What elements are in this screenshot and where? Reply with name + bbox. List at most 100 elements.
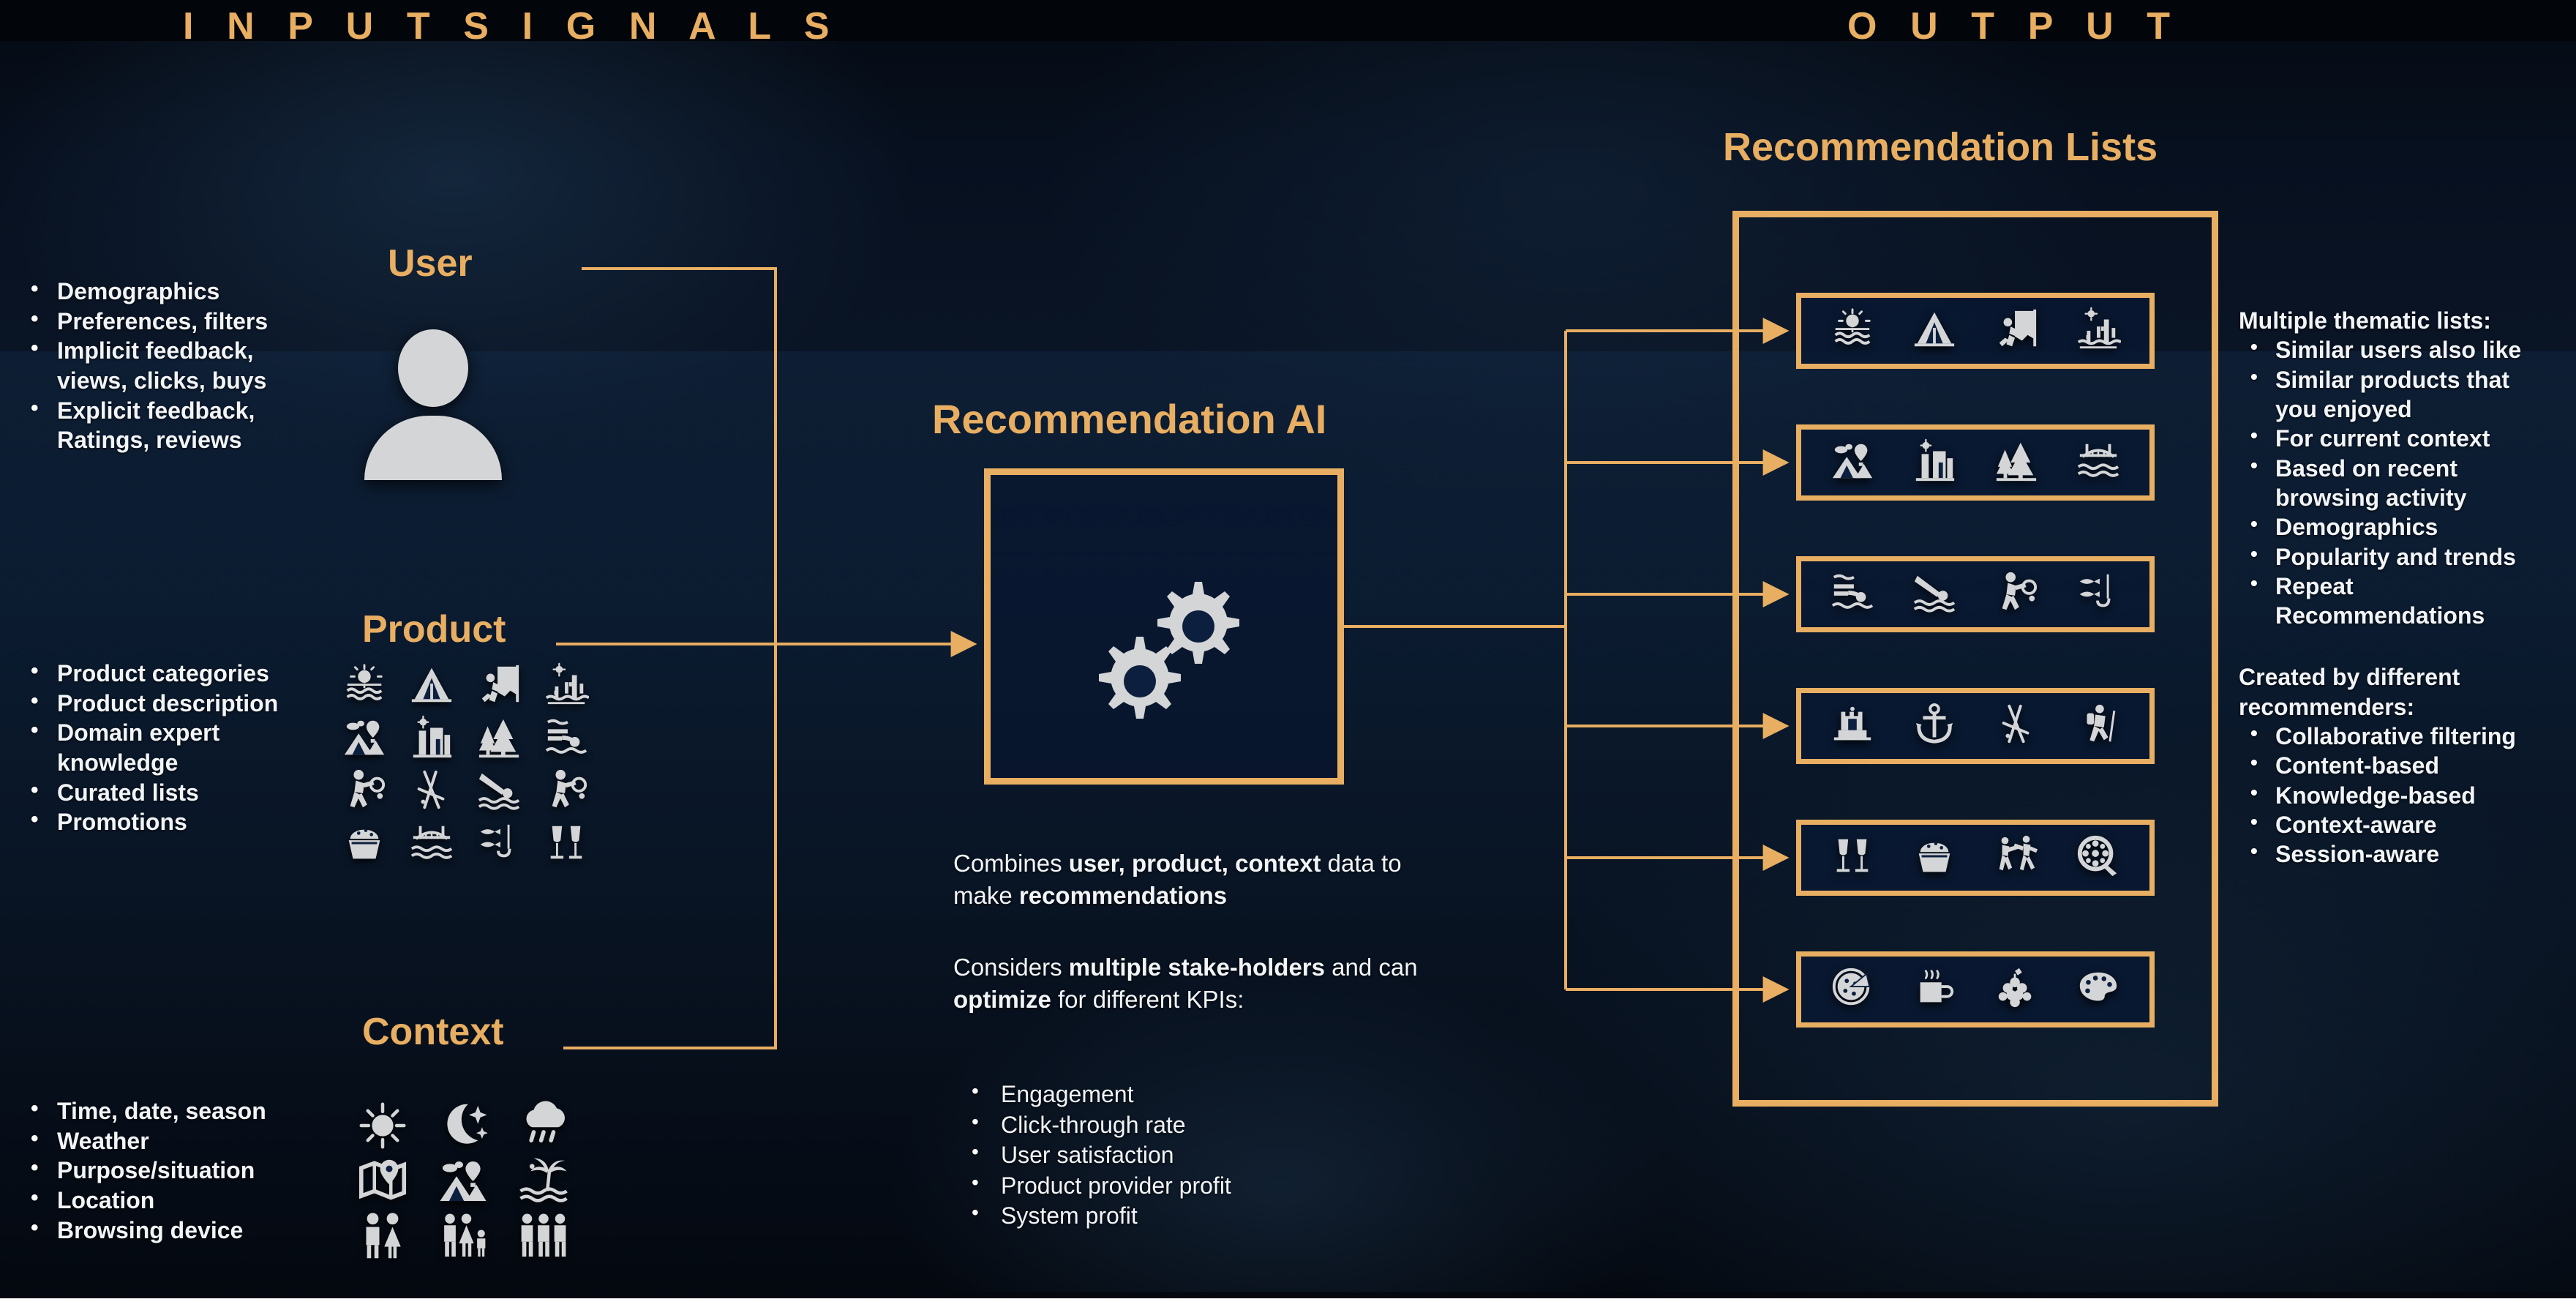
skis-icon [1994, 702, 2039, 751]
recommendation-list-row[interactable] [1796, 951, 2155, 1028]
diver-icon [1912, 570, 1957, 619]
user-signal-list: DemographicsPreferences, filtersImplicit… [15, 275, 329, 455]
product-icon-grid [331, 659, 600, 869]
pizza-icon [1830, 965, 1875, 1014]
list-item: Domain expert [15, 716, 329, 748]
family-icon [423, 1209, 503, 1265]
list-item: Collaborative filtering [2239, 720, 2576, 751]
list-item: Product provider profit [958, 1169, 1412, 1202]
water-slide-icon [1830, 570, 1875, 619]
list-item: Demographics [15, 275, 329, 307]
context-icon-grid [342, 1098, 584, 1265]
kpi-list: EngagementClick-through rateUser satisfa… [958, 1078, 1412, 1232]
recommendation-lists-title: Recommendation Lists [1723, 125, 2158, 169]
recommenders-list: Collaborative filteringContent-basedKnow… [2239, 720, 2576, 869]
recommendation-list-row[interactable] [1796, 424, 2155, 501]
beach-sunset-icon [331, 659, 398, 711]
rain-cloud-icon [503, 1098, 584, 1153]
beach-sunset-icon [1830, 307, 1875, 356]
list-item: Implicit feedback, [15, 334, 329, 366]
list-item: Promotions [15, 806, 329, 837]
mountain-balloon-icon [331, 711, 398, 764]
thematic-lists-lead: Multiple thematic lists: [2239, 307, 2491, 334]
list-item: browsing activity [2275, 484, 2467, 511]
list-item: knowledge [57, 749, 179, 776]
film-reel-icon [2076, 834, 2121, 883]
forest-icon [465, 711, 533, 764]
recommendation-ai-title: Recommendation AI [932, 396, 1327, 442]
section-title-user: User [388, 242, 473, 285]
list-item: Similar products that [2239, 364, 2576, 394]
recommendation-list-row[interactable] [1796, 293, 2155, 369]
list-item: Knowledge-based [2239, 779, 2576, 810]
list-item: System profit [958, 1199, 1412, 1232]
dancing-icon [1994, 834, 2039, 883]
center-paragraph-1: Combines user, product, context data to … [953, 850, 1402, 910]
list-item: Repeat [2239, 570, 2576, 601]
section-title-context: Context [362, 1011, 504, 1053]
mountain-balloon-icon [423, 1153, 503, 1209]
list-item: User satisfaction [958, 1139, 1412, 1171]
panel-spacer [2239, 630, 2576, 662]
bridge-icon [398, 817, 465, 869]
skis-icon [398, 764, 465, 817]
list-item: Context-aware [2239, 809, 2576, 839]
list-item: Based on recent [2239, 452, 2576, 483]
list-item: Popularity and trends [2239, 540, 2576, 572]
champagne-icon [533, 817, 600, 869]
list-item: Preferences, filters [15, 305, 329, 337]
recommendation-list-row[interactable] [1796, 820, 2155, 896]
fishing-icon [465, 817, 533, 869]
bridge-icon [2076, 438, 2121, 487]
center-paragraph-2: Considers multiple stake-holders and can… [953, 954, 1418, 1014]
grapes-icon [1994, 965, 2039, 1014]
palette-icon [2076, 965, 2121, 1014]
output-description-panel: Multiple thematic lists: Similar users a… [2239, 306, 2576, 869]
map-pin-icon [342, 1153, 423, 1209]
palm-beach-icon [503, 1153, 584, 1209]
recommenders-lead-line2: recommenders: [2239, 693, 2415, 720]
list-item: Time, date, season [15, 1095, 329, 1126]
slide-canvas: I N P U T S I G N A L S O U T P U T User… [0, 0, 2576, 1310]
anchor-icon [1912, 702, 1957, 751]
rock-climbing-icon [465, 659, 533, 711]
hiker-icon [2076, 702, 2121, 751]
list-item: views, clicks, buys [57, 367, 267, 394]
context-signal-list: Time, date, seasonWeatherPurpose/situati… [15, 1095, 329, 1246]
cupcake-icon [1912, 834, 1957, 883]
list-item: Product description [15, 687, 329, 719]
sun-icon [342, 1098, 423, 1153]
list-item: Explicit feedback, [15, 394, 329, 426]
list-item: Location [15, 1184, 329, 1216]
recommenders-lead-line1: Created by different [2239, 664, 2460, 691]
fishing-icon [2076, 570, 2121, 619]
list-item: Recommendations [2275, 602, 2485, 629]
recommendation-list-row[interactable] [1796, 556, 2155, 632]
tennis-icon [533, 764, 600, 817]
couple-icon [342, 1209, 423, 1265]
list-item: Similar users also like [2239, 334, 2576, 364]
water-slide-icon [533, 711, 600, 764]
tennis-icon [331, 764, 398, 817]
list-item: Browsing device [15, 1214, 329, 1246]
list-item: Session-aware [2239, 838, 2576, 869]
canyon-icon [1912, 438, 1957, 487]
list-item: Curated lists [15, 776, 329, 808]
canyon-icon [398, 711, 465, 764]
moon-stars-icon [423, 1098, 503, 1153]
thematic-lists-list: Similar users also likeSimilar products … [2239, 334, 2576, 630]
tennis-icon [1994, 570, 2039, 619]
list-item: Engagement [958, 1078, 1412, 1110]
list-item: Demographics [2239, 511, 2576, 542]
recommendation-list-row[interactable] [1796, 688, 2155, 764]
champagne-icon [1830, 834, 1875, 883]
tent-icon [398, 659, 465, 711]
desert-cactus-icon [533, 659, 600, 711]
cupcake-icon [331, 817, 398, 869]
list-item: Weather [15, 1125, 329, 1156]
desert-cactus-icon [2076, 307, 2122, 356]
list-item: Ratings, reviews [57, 427, 242, 454]
user-avatar-icon [360, 329, 506, 480]
diver-icon [465, 764, 533, 817]
coffee-icon [1912, 965, 1957, 1014]
